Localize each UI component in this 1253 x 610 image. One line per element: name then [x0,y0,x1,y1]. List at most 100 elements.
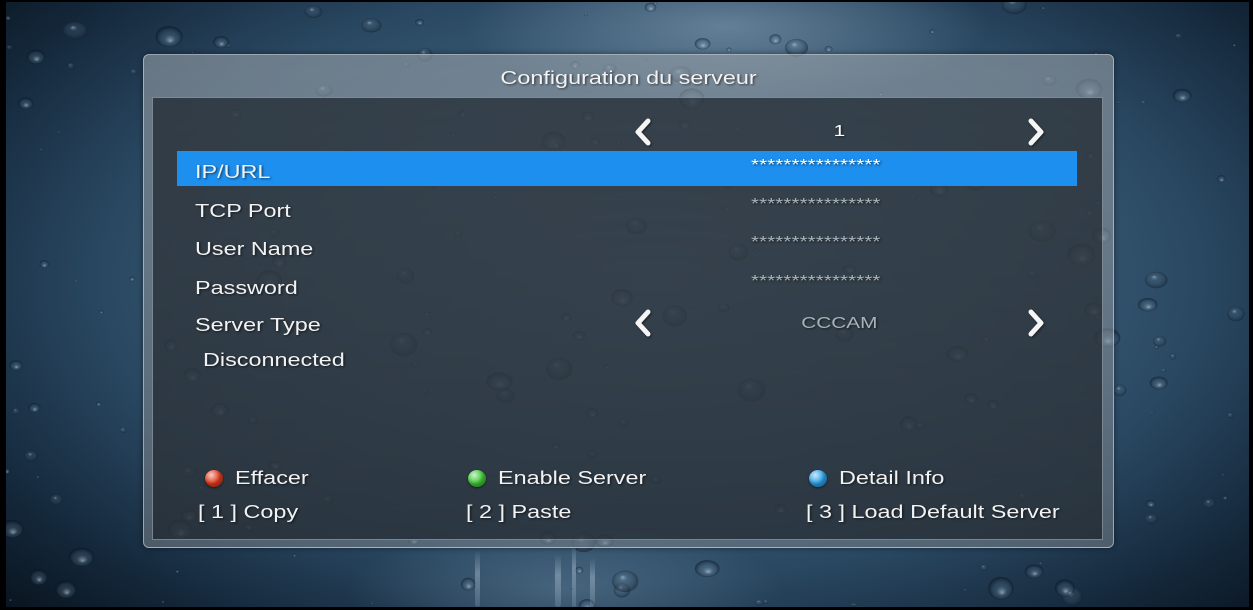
red-key-label: Effacer [235,468,309,488]
rain-drop [304,5,323,19]
password-value: **************** [751,273,881,290]
key-1-copy-hint[interactable]: [ 1 ] Copy [198,500,298,524]
rain-drop [55,580,77,599]
rain-drop [1160,368,1167,373]
rain-drop [575,566,584,574]
rain-drop [584,13,588,17]
water-streak [572,542,576,607]
key-2-paste-hint[interactable]: [ 2 ] Paste [466,500,571,524]
rain-drop [96,401,102,407]
rain-drop [460,577,476,591]
rain-drop [1144,271,1168,289]
user-name-value: **************** [751,234,881,251]
blue-key-label: Detail Info [839,468,945,488]
rain-drop [988,576,1014,600]
server-type-text: CCCAM [800,315,878,332]
rain-drop [415,18,424,26]
rain-drop [769,34,782,45]
rain-drop [1024,564,1044,579]
rain-drop [824,45,833,53]
water-streak [555,554,561,607]
server-type-prev-button[interactable] [633,309,653,337]
password-label: Password [195,278,298,298]
tv-display: Configuration du serveur 1 IP/URL ******… [0,0,1253,610]
blue-key-hint[interactable]: Detail Info [809,466,944,490]
rain-drop [6,45,13,50]
rain-drop [1227,412,1234,418]
rain-drop [1145,499,1156,508]
rain-drop [28,402,41,413]
rain-drop [963,588,967,591]
server-type-next-button[interactable] [1026,309,1046,337]
user-name-row[interactable]: User Name **************** [177,228,1077,263]
rain-drop [1169,353,1177,360]
rain-drop [57,131,61,134]
rain-drop [1054,579,1075,597]
rain-drop [370,602,374,605]
rain-drop [1038,561,1043,565]
rain-drop [1117,101,1121,104]
ip-url-label: IP/URL [195,162,271,182]
server-type-label: Server Type [195,315,321,335]
rain-drop [1217,175,1226,183]
ip-url-row[interactable]: IP/URL **************** [177,151,1077,186]
connection-status: Disconnected [203,348,345,372]
rain-drop [726,47,732,52]
rain-drop [17,97,34,110]
rain-drop [26,49,46,64]
rain-drop [6,15,12,21]
rain-drop [155,26,183,48]
rain-drop [119,427,127,434]
rain-drop [68,547,95,567]
rain-drop [99,310,104,314]
rain-drop [1222,495,1228,500]
rain-drop [24,450,39,462]
rain-drop [1172,88,1192,103]
rain-drop [49,494,63,505]
rain-drop [292,553,297,557]
red-key-hint[interactable]: Effacer [205,466,309,490]
rain-drop [161,600,165,603]
prev-server-button[interactable] [633,118,653,146]
server-number-text: 1 [833,123,845,140]
green-key-hint[interactable]: Enable Server [468,466,646,490]
green-key-label: Enable Server [498,468,647,488]
connection-status-text: Disconnected [203,350,345,370]
rain-drop [1144,514,1159,524]
rain-drop [39,260,49,269]
chevron-right-icon [1028,118,1044,146]
rain-drop [1041,6,1045,10]
tcp-port-value: **************** [751,196,881,213]
water-streak [475,550,480,607]
rain-drop [1137,298,1158,312]
green-button-icon [468,469,486,487]
next-server-button[interactable] [1026,118,1046,146]
rain-drop [129,276,135,282]
rain-drop [74,279,79,284]
rain-drop [694,38,711,50]
server-config-dialog: Configuration du serveur 1 IP/URL ******… [143,54,1114,548]
user-name-label: User Name [195,239,314,259]
rain-drop [67,62,75,70]
rain-drop [1174,33,1183,39]
server-number-selector[interactable]: 1 [177,115,1077,150]
rain-drop [1152,335,1167,347]
rain-drop [9,360,23,371]
server-type-row[interactable]: Server Type CCCAM [177,305,1077,340]
rain-drop [1001,2,1027,15]
server-number-value: 1 [653,120,1025,144]
key-3-load-default-hint[interactable]: [ 3 ] Load Default Server [806,500,1060,524]
rain-drop [754,599,764,606]
rain-drop [62,21,89,40]
load-default-hint-label: [ 3 ] Load Default Server [806,502,1060,522]
rain-drop [763,599,769,605]
tcp-port-row[interactable]: TCP Port **************** [177,190,1077,225]
rain-drop [12,407,20,415]
rain-drop [850,603,855,606]
password-row[interactable]: Password **************** [177,267,1077,302]
chevron-left-icon [635,309,651,337]
ip-url-value: **************** [751,157,881,174]
rain-drop [1150,411,1155,415]
rain-drop [129,69,138,75]
rain-drop [1149,376,1168,390]
